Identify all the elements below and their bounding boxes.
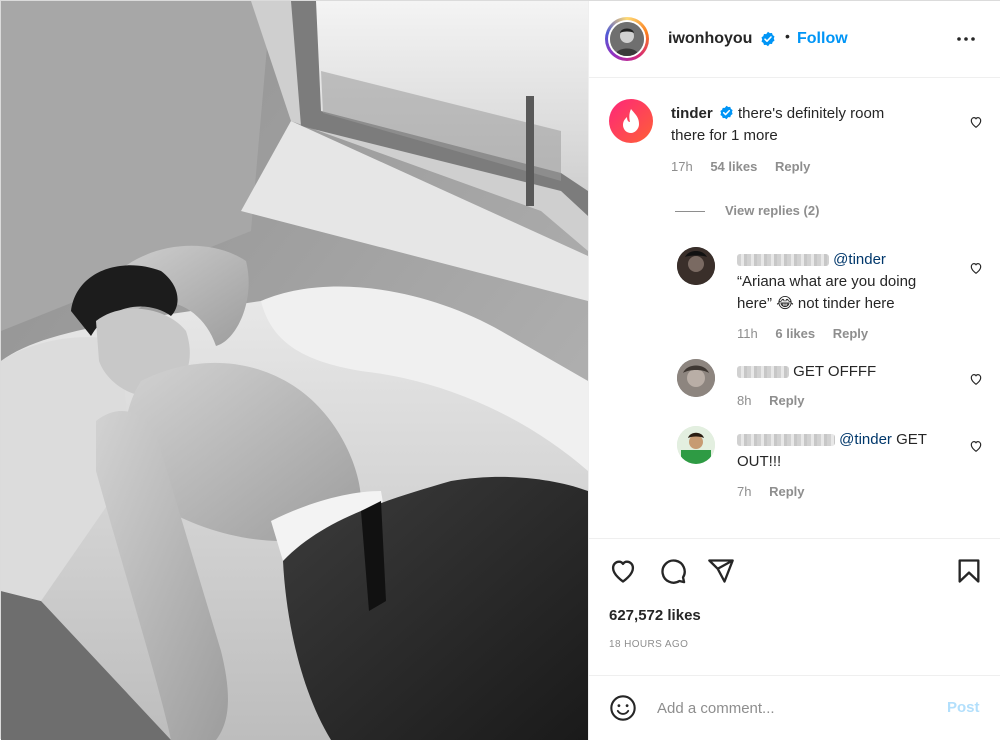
reply-text-line1: “Ariana what are you doing	[737, 273, 917, 290]
post-header: iwonhoyou • Follow	[589, 1, 1000, 78]
redacted-username	[737, 434, 835, 447]
comment-composer: Post	[589, 675, 1000, 740]
reply-avatar-image	[677, 359, 715, 397]
reply-button[interactable]: Reply	[769, 484, 804, 499]
follow-button[interactable]: Follow	[797, 30, 848, 48]
verified-badge-icon	[720, 105, 733, 120]
tinder-avatar[interactable]	[609, 99, 653, 143]
reply-time: 11h	[737, 326, 758, 341]
reply-avatar[interactable]	[677, 247, 715, 285]
reply-button[interactable]: Reply	[775, 159, 810, 174]
post-actions: 627,572 likes 18 HOURS AGO	[589, 538, 1000, 688]
reply-avatar-image	[677, 426, 715, 464]
save-icon[interactable]	[955, 557, 983, 585]
instagram-post-window: iwonhoyou • Follow tinder there's defini…	[0, 0, 1000, 740]
heart-outline-icon[interactable]	[969, 372, 983, 386]
heart-outline-icon[interactable]	[969, 261, 983, 275]
post-timestamp[interactable]: 18 HOURS AGO	[609, 639, 688, 650]
like-icon[interactable]	[609, 557, 637, 585]
laughing-emoji: 😂	[776, 295, 794, 312]
reply-mention[interactable]: @tinder	[839, 431, 892, 448]
comments-list[interactable]: tinder there's definitely room there for…	[589, 79, 1000, 537]
reply-time: 8h	[737, 393, 752, 408]
reply-meta: 11h 6 likes Reply	[737, 326, 868, 341]
redacted-username	[737, 254, 829, 267]
reply-text-line2: OUT!!!	[737, 453, 782, 470]
emoji-icon[interactable]	[609, 694, 637, 722]
reply-text: GET OFFFF	[793, 363, 877, 380]
post-photo[interactable]	[1, 1, 588, 740]
comment-input[interactable]	[657, 694, 927, 722]
author-username[interactable]: iwonhoyou	[668, 30, 752, 48]
comment-icon[interactable]	[659, 557, 687, 585]
reply-text-line2: here”	[737, 295, 773, 312]
header-separator: •	[785, 28, 790, 44]
view-replies-button[interactable]: View replies (2)	[725, 203, 819, 218]
reply-meta: 8h Reply	[737, 393, 805, 408]
post-photo-image	[1, 1, 588, 740]
reply-avatar-image	[677, 247, 715, 285]
reply-likes[interactable]: 6 likes	[775, 326, 815, 341]
reply-avatar[interactable]	[677, 426, 715, 464]
heart-outline-icon[interactable]	[969, 115, 983, 129]
post-comment-button[interactable]: Post	[947, 699, 980, 716]
author-avatar-image	[610, 22, 644, 56]
comment-meta: 17h 54 likes Reply	[671, 159, 810, 174]
comment-body: tinder there's definitely room there for…	[671, 103, 971, 147]
comment-text-line2: there for 1 more	[671, 127, 778, 144]
reply-text: GET	[891, 431, 927, 448]
author-avatar[interactable]	[605, 17, 649, 61]
reply-button[interactable]: Reply	[833, 326, 868, 341]
more-options-icon[interactable]	[956, 29, 976, 49]
comment-likes[interactable]: 54 likes	[710, 159, 757, 174]
like-count[interactable]: 627,572 likes	[609, 607, 701, 624]
share-icon[interactable]	[707, 557, 735, 585]
view-replies-line	[675, 211, 705, 212]
reply-body: @tinder GET OUT!!!	[737, 429, 967, 473]
reply-button[interactable]: Reply	[769, 393, 804, 408]
heart-outline-icon[interactable]	[969, 439, 983, 453]
reply-text-line2-rest: not tinder here	[793, 295, 895, 312]
post-side-panel: iwonhoyou • Follow tinder there's defini…	[588, 1, 1000, 740]
verified-badge-icon	[761, 31, 775, 47]
comment-text-line1: there's definitely room	[738, 105, 885, 122]
reply-mention[interactable]: @tinder	[833, 251, 886, 268]
redacted-username	[737, 366, 789, 379]
comment-username[interactable]: tinder	[671, 105, 713, 122]
reply-avatar[interactable]	[677, 359, 715, 397]
reply-time: 7h	[737, 484, 752, 499]
tinder-flame-icon	[623, 109, 639, 133]
reply-body: GET OFFFF	[737, 361, 967, 383]
reply-body: @tinder “Ariana what are you doing here”…	[737, 249, 967, 315]
reply-meta: 7h Reply	[737, 484, 805, 499]
comment-time: 17h	[671, 159, 693, 174]
